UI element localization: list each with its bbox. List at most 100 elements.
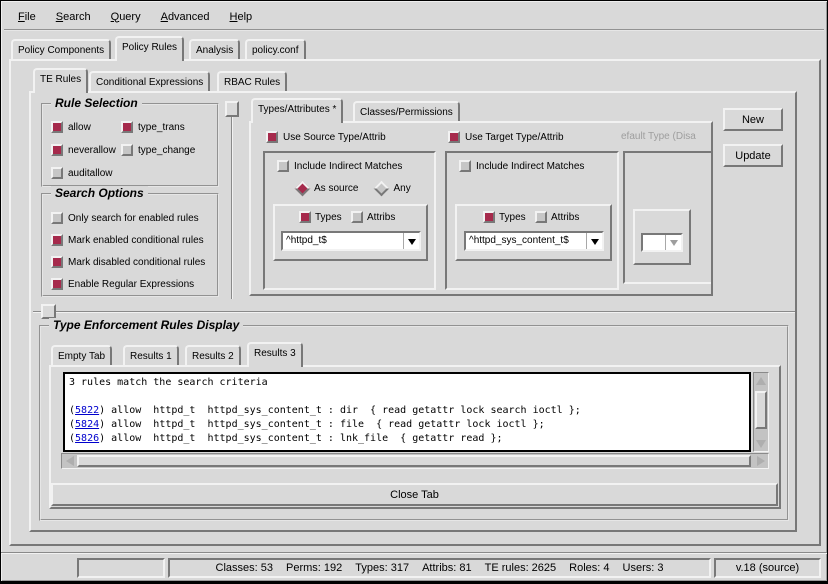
results-rule-row: (5826) allow httpd_t httpd_sys_content_t… (69, 432, 745, 446)
menu-search[interactable]: Search (46, 7, 101, 27)
checkbox-mark-enabled[interactable]: Mark enabled conditional rules (51, 234, 204, 246)
checkbox-indicator (121, 121, 133, 133)
checkbox-include-indirect-source[interactable]: Include Indirect Matches (277, 160, 402, 172)
status-version-panel: v.18 (source) (714, 558, 821, 578)
types-attributes-page: Use Source Type/Attrib Include Indirect … (249, 121, 713, 296)
scrollbar-thumb[interactable] (77, 455, 751, 467)
horizontal-scrollbar[interactable] (61, 453, 769, 469)
checkbox-label: auditallow (68, 168, 112, 179)
horizontal-sash-handle[interactable] (41, 304, 56, 319)
checkbox-include-indirect-target[interactable]: Include Indirect Matches (459, 160, 584, 172)
tab-analysis[interactable]: Analysis (189, 39, 240, 59)
menu-advanced[interactable]: Advanced (151, 7, 220, 27)
target-panel: Include Indirect Matches Types Attribs ^… (445, 151, 619, 290)
checkbox-indicator (51, 121, 63, 133)
checkbox-neverallow[interactable]: neverallow (51, 144, 116, 156)
checkbox-target-attribs[interactable]: Attribs (535, 211, 579, 223)
scrollbar-thumb[interactable] (755, 391, 767, 429)
search-options-group: Search Options Only search for enabled r… (41, 193, 219, 297)
radio-as-source[interactable]: As source (295, 183, 358, 194)
update-button[interactable]: Update (723, 144, 783, 167)
results-textarea[interactable]: 3 rules match the search criteria (5822)… (63, 372, 751, 452)
checkbox-indicator (459, 160, 471, 172)
radio-indicator (374, 181, 390, 197)
results-blank-line (69, 390, 745, 404)
checkbox-label: Types (499, 212, 526, 223)
menu-file[interactable]: File (8, 7, 46, 27)
checkbox-label: Types (315, 212, 342, 223)
rule-link[interactable]: 5826 (75, 433, 99, 444)
rule-selection-title: Rule Selection (51, 96, 142, 110)
checkbox-use-target[interactable]: Use Target Type/Attrib (448, 131, 564, 143)
checkbox-label: Mark enabled conditional rules (68, 235, 204, 246)
dropdown-arrow-icon[interactable] (586, 233, 602, 249)
tab-conditional-expressions[interactable]: Conditional Expressions (89, 71, 210, 91)
combobox-value[interactable]: ^httpd_t$ (283, 233, 403, 249)
tab-classes-permissions[interactable]: Classes/Permissions (353, 101, 460, 121)
status-perms: Perms: 192 (286, 562, 342, 574)
apol-window: File Search Query Advanced Help Policy C… (0, 0, 828, 584)
tab-empty-tab[interactable]: Empty Tab (51, 345, 112, 365)
combobox-value[interactable]: ^httpd_sys_content_t$ (466, 233, 586, 249)
menu-help[interactable]: Help (220, 7, 263, 27)
tab-rbac-rules[interactable]: RBAC Rules (217, 71, 287, 91)
tab-results-3[interactable]: Results 3 (247, 342, 303, 367)
checkbox-mark-disabled[interactable]: Mark disabled conditional rules (51, 256, 205, 268)
rule-text: ) allow httpd_t httpd_sys_content_t : di… (99, 405, 581, 416)
vertical-sash[interactable] (231, 103, 233, 299)
checkbox-source-types[interactable]: Types (299, 211, 342, 223)
checkbox-only-enabled[interactable]: Only search for enabled rules (51, 212, 199, 224)
checkbox-type-trans[interactable]: type_trans (121, 121, 185, 133)
checkbox-indicator (448, 131, 460, 143)
status-version: v.18 (source) (736, 562, 799, 574)
tab-policy-conf[interactable]: policy.conf (245, 39, 306, 59)
tab-policy-components[interactable]: Policy Components (11, 39, 111, 59)
checkbox-auditallow[interactable]: auditallow (51, 167, 112, 179)
source-radio-row: As source Any (295, 183, 411, 194)
scroll-up-icon[interactable] (754, 373, 768, 387)
radio-any[interactable]: Any (374, 183, 410, 194)
tab-policy-rules[interactable]: Policy Rules (115, 36, 184, 61)
rule-link[interactable]: 5824 (75, 419, 99, 430)
checkbox-indicator (535, 211, 547, 223)
vertical-scrollbar[interactable] (753, 372, 769, 452)
checkbox-label: Mark disabled conditional rules (68, 257, 205, 268)
rule-link[interactable]: 5822 (75, 405, 99, 416)
tab-types-attributes[interactable]: Types/Attributes * (251, 98, 343, 123)
tab-results-2[interactable]: Results 2 (185, 345, 241, 365)
menubar: File Search Query Advanced Help (4, 4, 824, 31)
new-button[interactable]: New (723, 108, 783, 131)
menu-query[interactable]: Query (101, 7, 151, 27)
status-classes: Classes: 53 (216, 562, 273, 574)
default-type-frame (633, 209, 691, 265)
checkbox-allow[interactable]: allow (51, 121, 91, 133)
scrollbar-track[interactable] (754, 387, 768, 437)
close-tab-button[interactable]: Close Tab (51, 483, 778, 506)
scroll-down-icon[interactable] (754, 437, 768, 451)
tab-te-rules[interactable]: TE Rules (33, 68, 88, 93)
checkbox-label: Attribs (367, 212, 395, 223)
checkbox-indicator (51, 167, 63, 179)
radio-label: As source (314, 183, 358, 194)
horizontal-sash[interactable] (33, 311, 795, 313)
dropdown-arrow-icon[interactable] (403, 233, 419, 249)
tab-results-1[interactable]: Results 1 (123, 345, 179, 365)
vertical-sash-handle[interactable] (225, 101, 239, 117)
results-rule-row: (5822) allow httpd_t httpd_sys_content_t… (69, 404, 745, 418)
checkbox-indicator (351, 211, 363, 223)
checkbox-type-change[interactable]: type_change (121, 144, 195, 156)
dropdown-arrow-icon (665, 235, 681, 250)
target-type-combobox[interactable]: ^httpd_sys_content_t$ (464, 231, 604, 251)
scrollbar-track[interactable] (76, 454, 754, 468)
results-summary: 3 rules match the search criteria (69, 376, 745, 390)
scroll-right-icon[interactable] (754, 454, 768, 468)
source-type-combobox[interactable]: ^httpd_t$ (281, 231, 421, 251)
checkbox-label: Include Indirect Matches (294, 161, 402, 172)
checkbox-source-attribs[interactable]: Attribs (351, 211, 395, 223)
scroll-left-icon[interactable] (62, 454, 76, 468)
checkbox-target-types[interactable]: Types (483, 211, 526, 223)
checkbox-use-source[interactable]: Use Source Type/Attrib (266, 131, 386, 143)
checkbox-enable-regex[interactable]: Enable Regular Expressions (51, 278, 194, 290)
checkbox-label: neverallow (68, 145, 116, 156)
combobox-value (643, 235, 665, 250)
